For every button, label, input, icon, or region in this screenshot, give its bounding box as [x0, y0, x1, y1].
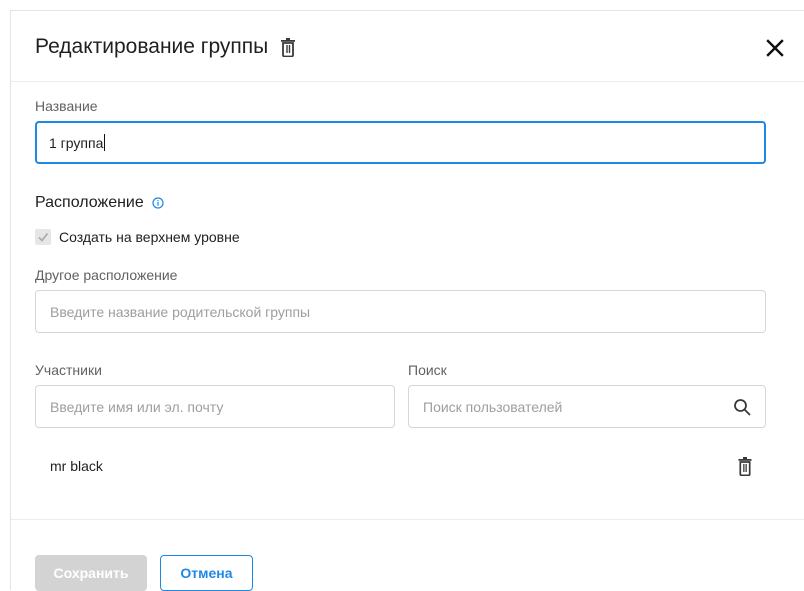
trash-icon[interactable] — [738, 457, 752, 476]
check-icon — [38, 233, 49, 242]
dialog-footer: Сохранить Отмена — [11, 519, 804, 591]
location-title-row: Расположение — [35, 194, 164, 212]
dialog-title: Редактирование группы — [35, 35, 269, 58]
top-level-checkbox[interactable] — [35, 229, 51, 245]
location-title: Расположение — [35, 194, 144, 211]
top-level-checkbox-row[interactable]: Создать на верхнем уровне — [35, 229, 240, 245]
info-icon[interactable] — [152, 197, 164, 209]
other-location-input[interactable]: Введите название родительской группы — [35, 290, 766, 333]
search-icon[interactable] — [733, 398, 751, 416]
other-location-placeholder: Введите название родительской группы — [50, 303, 311, 320]
top-level-checkbox-label: Создать на верхнем уровне — [59, 229, 240, 245]
name-label: Название — [35, 98, 98, 114]
search-input[interactable]: Поиск пользователей — [408, 385, 766, 428]
members-input[interactable]: Введите имя или эл. почту — [35, 385, 395, 428]
name-input[interactable]: 1 группа — [35, 121, 766, 164]
members-placeholder: Введите имя или эл. почту — [50, 398, 224, 415]
search-placeholder: Поиск пользователей — [423, 398, 563, 415]
dialog-title-row: Редактирование группы — [35, 35, 296, 59]
trash-icon[interactable] — [280, 37, 296, 57]
text-caret — [104, 134, 106, 151]
other-location-label: Другое расположение — [35, 267, 178, 283]
cancel-button[interactable]: Отмена — [160, 555, 253, 591]
name-input-value: 1 группа — [49, 134, 104, 151]
dialog-header: Редактирование группы — [11, 11, 804, 82]
close-icon[interactable] — [765, 38, 785, 58]
search-label: Поиск — [408, 362, 447, 378]
edit-group-dialog: Редактирование группы Название 1 группа … — [10, 10, 804, 591]
save-button[interactable]: Сохранить — [35, 555, 147, 591]
members-label: Участники — [35, 362, 102, 378]
member-name: mr black — [50, 458, 103, 474]
member-list-item: mr black — [35, 449, 755, 485]
